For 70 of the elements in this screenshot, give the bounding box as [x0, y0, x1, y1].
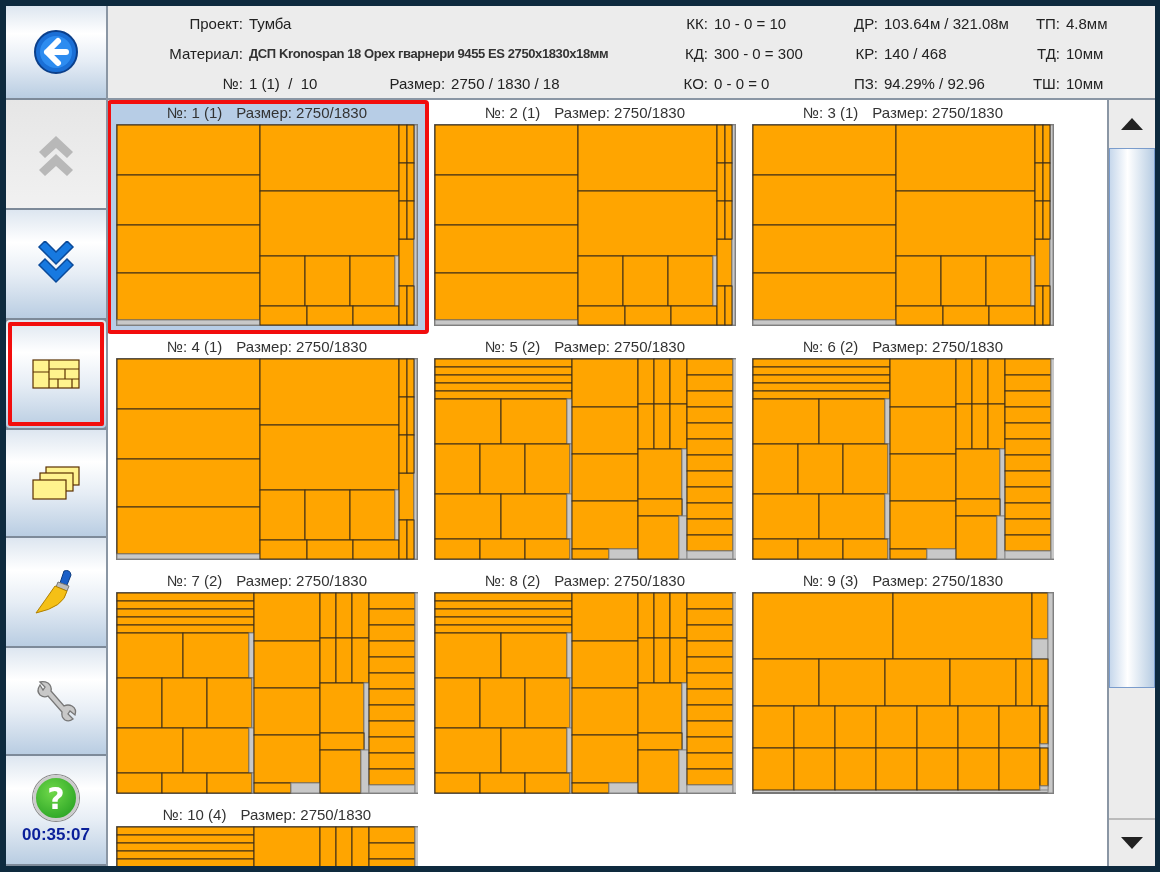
field-value: 2750 / 1830 / 18 — [450, 74, 560, 92]
field-label: КД: — [683, 44, 708, 62]
sheet-card[interactable]: №: 4 (1) Размер: 2750/1830 — [108, 334, 426, 568]
field-value: 103.64м / 321.08м — [884, 14, 1009, 32]
sheet-card[interactable]: №: 9 (3) Размер: 2750/1830 — [744, 568, 1062, 802]
sheet-card[interactable]: №: 5 (2) Размер: 2750/1830 — [426, 334, 744, 568]
field-label: №: — [221, 74, 243, 92]
scrollbar-thumb[interactable] — [1109, 148, 1155, 688]
sheet-number: №: 1 (1) — [166, 103, 223, 121]
sheet-card[interactable]: №: 6 (2) Размер: 2750/1830 — [744, 334, 1062, 568]
sheet-size: Размер: 2750/1830 — [872, 571, 1004, 589]
field-value: 140 / 468 — [884, 44, 947, 62]
field-value: 10 - 0 = 10 — [714, 14, 787, 32]
sheet-card[interactable]: №: 7 (2) Размер: 2750/1830 — [108, 568, 426, 802]
sheet-number: №: 5 (2) — [484, 337, 541, 355]
field-value: 4.8мм — [1066, 14, 1108, 32]
sheet-size: Размер: 2750/1830 — [872, 103, 1004, 121]
wrench-button[interactable] — [6, 648, 106, 754]
back-button[interactable] — [6, 6, 106, 98]
field-value: ДСП Kronospan 18 Орех гварнери 9455 ES 2750x1830x18мм — [249, 45, 609, 61]
field-label: Проект: — [188, 14, 243, 32]
sheet-size: Размер: 2750/1830 — [240, 805, 372, 823]
field-value: 1 (1) / 10 — [249, 74, 318, 92]
sheets-button[interactable] — [6, 430, 106, 536]
sheet-number: №: 7 (2) — [166, 571, 223, 589]
field-label: КО: — [682, 74, 708, 92]
sheet-number: №: 3 (1) — [802, 103, 859, 121]
up-triangle-icon — [1121, 118, 1143, 130]
wrench-icon — [34, 679, 78, 723]
down-button[interactable] — [6, 210, 106, 318]
field-label: ДР: — [853, 14, 878, 32]
sheet-size: Размер: 2750/1830 — [554, 571, 686, 589]
field-value: 0 - 0 = 0 — [714, 74, 770, 92]
sheet-card[interactable]: №: 2 (1) Размер: 2750/1830 — [426, 100, 744, 334]
field-label: ПЗ: — [853, 74, 878, 92]
field-label: КР: — [854, 44, 878, 62]
field-value: 300 - 0 = 300 — [714, 44, 803, 62]
field-label: Размер: — [389, 74, 446, 92]
sheet-size: Размер: 2750/1830 — [554, 103, 686, 121]
field-value: 10мм — [1066, 74, 1104, 92]
sheet-card[interactable]: №: 10 (4) Размер: 2750/1830 — [108, 802, 426, 866]
sheet-number: №: 6 (2) — [802, 337, 859, 355]
sheet-size: Размер: 2750/1830 — [872, 337, 1004, 355]
sheet-card[interactable]: №: 1 (1) Размер: 2750/1830 — [108, 100, 429, 334]
help-icon: ? — [33, 775, 79, 821]
field-label: ТШ: — [1031, 74, 1060, 92]
field-label: Материал: — [168, 44, 243, 62]
sheet-size: Размер: 2750/1830 — [236, 337, 368, 355]
help-button[interactable]: ? 00:35:07 — [6, 756, 106, 864]
layout-button[interactable] — [6, 320, 106, 428]
field-label: ТП: — [1034, 14, 1060, 32]
field-label: КК: — [685, 14, 708, 32]
down-triangle-icon — [1121, 837, 1143, 849]
sheet-number: №: 2 (1) — [484, 103, 541, 121]
sheet-size: Размер: 2750/1830 — [236, 571, 368, 589]
sheet-size: Размер: 2750/1830 — [554, 337, 686, 355]
sheet-card[interactable]: №: 8 (2) Размер: 2750/1830 — [426, 568, 744, 802]
field-value: Тумба — [249, 14, 292, 32]
sheet-number: №: 10 (4) — [162, 805, 227, 823]
sheet-number: №: 9 (3) — [802, 571, 859, 589]
elapsed-timer: 00:35:07 — [21, 825, 91, 845]
panel-layout-icon — [32, 359, 80, 389]
sheet-size: Размер: 2750/1830 — [236, 103, 368, 121]
sheet-number: №: 8 (2) — [484, 571, 541, 589]
sheet-card[interactable]: №: 3 (1) Размер: 2750/1830 — [744, 100, 1062, 334]
field-value: 94.29% / 92.96 — [884, 74, 985, 92]
field-label: ТД: — [1036, 44, 1060, 62]
field-value: 10мм — [1066, 44, 1104, 62]
sheet-number: №: 4 (1) — [166, 337, 223, 355]
stacked-sheets-icon — [32, 466, 80, 500]
